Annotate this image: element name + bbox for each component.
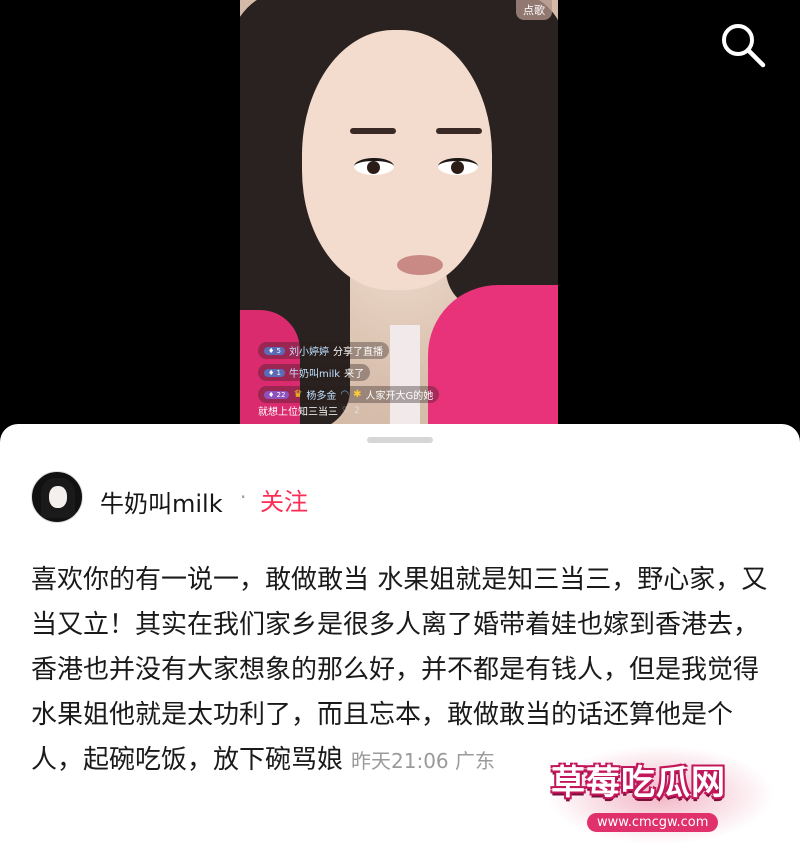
eye-left	[354, 158, 394, 175]
chat-message-continued: 就想上位知三当三 ♡ 2	[258, 403, 360, 419]
chat-message: ♦ 5 刘小婷婷 分享了直播	[258, 342, 389, 359]
chat-username[interactable]: 刘小婷婷	[289, 343, 329, 358]
drag-handle[interactable]	[367, 437, 433, 443]
follow-button[interactable]: 关注	[260, 482, 308, 517]
separator-dot: ·	[240, 485, 247, 509]
comment-location: 广东	[455, 749, 496, 773]
brow-left	[350, 128, 396, 134]
level-badge: ♦ 5	[264, 346, 285, 355]
lips	[397, 255, 443, 275]
comment-text: 喜欢你的有一说一，敢做敢当 水果姐就是知三当三，野心家，又当又立！其实在我们家乡…	[31, 565, 768, 775]
watermark-title: 草莓吃瓜网	[551, 763, 726, 803]
live-video-frame[interactable]: 点歌 ♦ 5 刘小婷婷 分享了直播 ♦ 1 牛奶叫milk 来了 ♦ 22 ♛ …	[240, 0, 558, 424]
chat-text: 来了	[344, 369, 365, 380]
avatar-face	[49, 486, 67, 508]
rainbow-icon: ◠	[340, 389, 350, 400]
video-face	[302, 30, 492, 290]
brow-right	[436, 128, 482, 134]
chat-message: ♦ 22 ♛ 杨多金 ◠ ✱ 人家开大G的她	[258, 386, 440, 403]
comment-time: 昨天21:06	[351, 749, 449, 773]
site-watermark: 草莓吃瓜网 www.cmcgw.com	[545, 745, 775, 845]
song-request-badge[interactable]: 点歌	[516, 0, 552, 20]
chat-message: ♦ 1 牛奶叫milk 来了	[258, 364, 371, 381]
eye-right	[438, 158, 478, 175]
chat-username[interactable]: 杨多金	[306, 387, 336, 402]
search-button[interactable]	[718, 20, 768, 70]
chat-text: 就想上位知三当三	[258, 407, 338, 418]
pink-jacket	[428, 285, 558, 424]
search-icon	[722, 24, 766, 68]
avatar[interactable]	[31, 471, 83, 523]
white-shirt	[390, 325, 420, 424]
chat-text: 人家开大G的她	[365, 391, 434, 402]
comment-username[interactable]: 牛奶叫milk	[100, 484, 223, 519]
chat-like-count: 2	[354, 405, 360, 416]
comment-meta: 昨天21:06 广东	[351, 749, 495, 773]
heart-icon: ♡	[342, 405, 351, 416]
chat-username[interactable]: 牛奶叫milk	[289, 365, 340, 380]
crown-icon: ♛	[293, 389, 303, 400]
watermark-url: www.cmcgw.com	[587, 813, 719, 832]
chat-text: 分享了直播	[332, 347, 383, 358]
level-badge: ♦ 22	[264, 390, 290, 399]
sun-icon: ✱	[353, 389, 362, 400]
level-badge: ♦ 1	[264, 368, 285, 377]
